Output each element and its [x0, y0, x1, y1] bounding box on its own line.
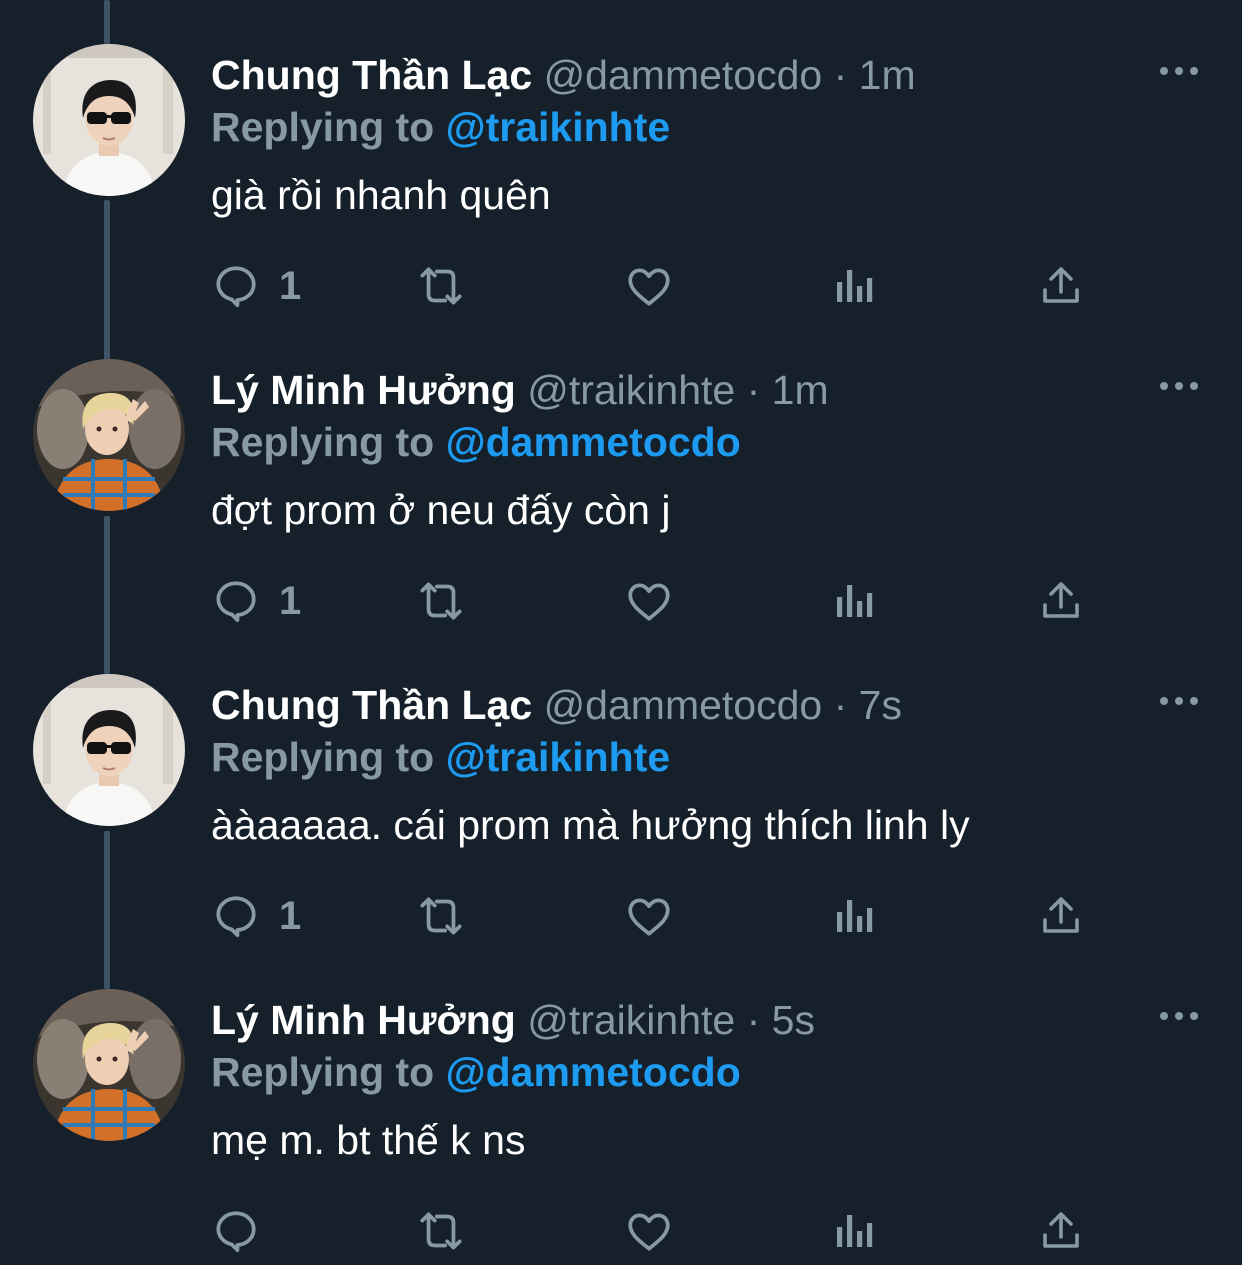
- retweet-icon: [420, 267, 462, 305]
- more-options-icon[interactable]: [1156, 56, 1202, 86]
- separator-dot: ·: [833, 52, 848, 98]
- analytics-button[interactable]: [833, 573, 877, 629]
- user-handle[interactable]: @traikinhte: [527, 997, 735, 1043]
- display-name[interactable]: Chung Thần Lạc: [211, 52, 532, 98]
- share-icon: [1043, 582, 1079, 618]
- replying-to: Replying to @dammetocdo: [211, 1045, 741, 1099]
- reply-to-handle-link[interactable]: @dammetocdo: [446, 1049, 741, 1095]
- like-icon: [628, 583, 670, 621]
- retweet-button[interactable]: [414, 573, 468, 629]
- avatar-icon[interactable]: [33, 989, 185, 1141]
- display-name[interactable]: Chung Thần Lạc: [211, 682, 532, 728]
- reply-button[interactable]: 1: [211, 258, 301, 314]
- share-button[interactable]: [1037, 573, 1085, 629]
- display-name[interactable]: Lý Minh Hưởng: [211, 367, 516, 413]
- avatar-icon[interactable]: [33, 359, 185, 511]
- user-handle[interactable]: @dammetocdo: [544, 52, 823, 98]
- reply-button[interactable]: 1: [211, 573, 301, 629]
- share-button[interactable]: [1037, 1203, 1085, 1259]
- analytics-button[interactable]: [833, 258, 877, 314]
- like-button[interactable]: [624, 258, 674, 314]
- replying-to: Replying to @traikinhte: [211, 730, 670, 784]
- analytics-icon: [837, 1215, 873, 1247]
- analytics-icon: [837, 585, 873, 617]
- share-icon: [1043, 897, 1079, 933]
- tweet[interactable]: Lý Minh Hưởng @traikinhte · 1m Replying …: [0, 315, 1242, 630]
- like-button[interactable]: [624, 888, 674, 944]
- like-button[interactable]: [624, 1203, 674, 1259]
- retweet-button[interactable]: [414, 258, 468, 314]
- user-handle[interactable]: @traikinhte: [527, 367, 735, 413]
- reply-count: 1: [279, 893, 302, 938]
- replying-to-label: Replying to: [211, 104, 435, 150]
- share-button[interactable]: [1037, 258, 1085, 314]
- tweet-text: già rồi nhanh quên: [211, 172, 551, 218]
- retweet-button[interactable]: [414, 888, 468, 944]
- replying-to: Replying to @traikinhte: [211, 100, 670, 154]
- replying-to-label: Replying to: [211, 1049, 435, 1095]
- share-button[interactable]: [1037, 888, 1085, 944]
- timestamp[interactable]: 5s: [772, 997, 815, 1043]
- replying-to-label: Replying to: [211, 419, 435, 465]
- tweet-header: Lý Minh Hưởng @traikinhte · 5s: [211, 993, 815, 1047]
- more-options-icon[interactable]: [1156, 371, 1202, 401]
- reply-button[interactable]: 1: [211, 888, 301, 944]
- retweet-icon: [420, 1212, 462, 1250]
- more-options-icon[interactable]: [1156, 686, 1202, 716]
- more-options-icon[interactable]: [1156, 1001, 1202, 1031]
- reply-icon: [216, 1211, 256, 1253]
- share-icon: [1043, 267, 1079, 303]
- retweet-icon: [420, 897, 462, 935]
- tweet[interactable]: Lý Minh Hưởng @traikinhte · 5s Replying …: [0, 945, 1242, 1260]
- timestamp[interactable]: 7s: [859, 682, 902, 728]
- reply-count: 1: [279, 263, 302, 308]
- retweet-icon: [420, 582, 462, 620]
- reply-to-handle-link[interactable]: @dammetocdo: [446, 419, 741, 465]
- reply-count: 1: [279, 578, 302, 623]
- tweet-text: ààaaaaa. cái prom mà hưởng thích linh ly: [211, 802, 970, 848]
- user-handle[interactable]: @dammetocdo: [544, 682, 823, 728]
- analytics-button[interactable]: [833, 1203, 877, 1259]
- tweet[interactable]: Chung Thần Lạc @dammetocdo · 1m Replying…: [0, 0, 1242, 315]
- tweet[interactable]: Chung Thần Lạc @dammetocdo · 7s Replying…: [0, 630, 1242, 945]
- avatar-icon[interactable]: [33, 44, 185, 196]
- like-icon: [628, 1213, 670, 1251]
- analytics-icon: [837, 900, 873, 932]
- display-name[interactable]: Lý Minh Hưởng: [211, 997, 516, 1043]
- like-button[interactable]: [624, 573, 674, 629]
- analytics-icon: [837, 270, 873, 302]
- retweet-button[interactable]: [414, 1203, 468, 1259]
- reply-icon: [216, 896, 256, 938]
- separator-dot: ·: [746, 997, 761, 1043]
- replying-to: Replying to @dammetocdo: [211, 415, 741, 469]
- tweet-header: Chung Thần Lạc @dammetocdo · 1m: [211, 48, 916, 102]
- avatar-icon[interactable]: [33, 674, 185, 826]
- analytics-button[interactable]: [833, 888, 877, 944]
- separator-dot: ·: [746, 367, 761, 413]
- tweet-text: mẹ m. bt thế k ns: [211, 1117, 526, 1163]
- reply-to-handle-link[interactable]: @traikinhte: [446, 104, 671, 150]
- reply-icon: [216, 581, 256, 623]
- replying-to-label: Replying to: [211, 734, 435, 780]
- reply-to-handle-link[interactable]: @traikinhte: [446, 734, 671, 780]
- timestamp[interactable]: 1m: [772, 367, 829, 413]
- reply-button[interactable]: [211, 1203, 279, 1259]
- share-icon: [1043, 1212, 1079, 1248]
- like-icon: [628, 898, 670, 936]
- tweet-header: Lý Minh Hưởng @traikinhte · 1m: [211, 363, 829, 417]
- tweet-text: đợt prom ở neu đấy còn j: [211, 487, 671, 533]
- timestamp[interactable]: 1m: [859, 52, 916, 98]
- like-icon: [628, 268, 670, 306]
- tweet-header: Chung Thần Lạc @dammetocdo · 7s: [211, 678, 902, 732]
- reply-icon: [216, 266, 256, 308]
- separator-dot: ·: [833, 682, 848, 728]
